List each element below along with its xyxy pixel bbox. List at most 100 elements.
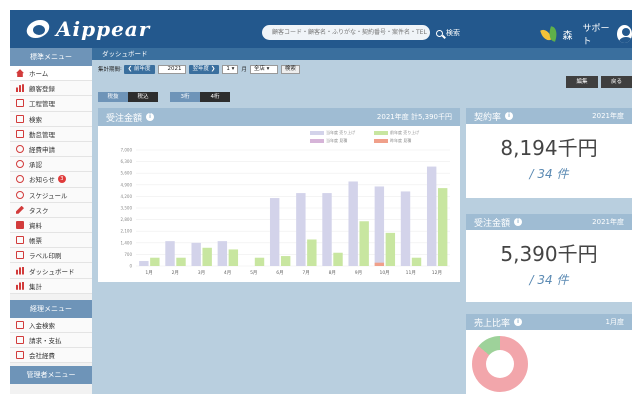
sidebar-item[interactable]: 検索: [10, 111, 92, 127]
sidebar-item[interactable]: 入金検索: [10, 317, 92, 333]
edit-button[interactable]: 編集: [566, 76, 598, 88]
bar-previous-year[interactable]: [333, 252, 343, 266]
bar-previous-year[interactable]: [176, 257, 186, 266]
info-icon[interactable]: i: [514, 318, 523, 326]
expense-icon: [16, 351, 24, 360]
sidebar-item[interactable]: 顧客登録: [10, 81, 92, 97]
contract-rate-period: 2021年度: [592, 112, 624, 120]
x-tick-label: 12月: [432, 270, 442, 276]
bar-current-year[interactable]: [426, 166, 437, 266]
report-icon: [16, 236, 24, 245]
y-tick-label: 700: [124, 252, 132, 257]
sidebar-item[interactable]: 経費申請: [10, 141, 92, 158]
sidebar-item[interactable]: 資料: [10, 217, 92, 234]
month-suffix: 月: [241, 67, 247, 73]
x-tick-label: 5月: [250, 270, 257, 276]
info-icon[interactable]: i: [505, 112, 514, 120]
toggle-tax-excluded[interactable]: 税抜: [98, 92, 128, 102]
bar-current-year[interactable]: [269, 198, 280, 266]
bar-last-year-estimate[interactable]: [374, 262, 385, 266]
sidebar-item[interactable]: 帳票: [10, 233, 92, 249]
toggle-4-digit[interactable]: 4桁: [200, 92, 230, 102]
sidebar-item[interactable]: 承認: [10, 157, 92, 173]
chart-title: 受注金額: [106, 113, 143, 124]
store-select[interactable]: 全店 ▾: [249, 64, 278, 74]
bar-previous-year[interactable]: [150, 257, 160, 266]
search-input[interactable]: [262, 25, 430, 40]
bar-current-year[interactable]: [191, 242, 201, 266]
bar-previous-year[interactable]: [437, 188, 448, 266]
sidebar-item[interactable]: ホーム: [10, 66, 92, 82]
sidebar-item-label: 検索: [29, 115, 42, 124]
search-button[interactable]: 検索: [436, 26, 460, 40]
filter-search-button[interactable]: 検索: [280, 64, 300, 74]
bar-previous-year[interactable]: [228, 249, 239, 266]
x-tick-label: 3月: [198, 270, 205, 276]
bar-current-year[interactable]: [165, 241, 175, 266]
sidebar-item-label: タスク: [29, 206, 49, 215]
bar-current-year[interactable]: [400, 191, 411, 266]
sidebar-item-label: 会社経費: [29, 352, 55, 361]
sidebar-item[interactable]: 工程管理: [10, 96, 92, 112]
sidebar-item-label: 工程管理: [29, 100, 55, 109]
toggle-3-digit[interactable]: 3桁: [170, 92, 200, 102]
info-icon[interactable]: i: [146, 113, 155, 121]
bar-previous-year[interactable]: [307, 239, 317, 266]
bar-previous-year[interactable]: [385, 232, 396, 266]
bar-current-year[interactable]: [296, 193, 306, 266]
bar-previous-year[interactable]: [254, 257, 265, 266]
sidebar-item-label: 資料: [29, 221, 42, 230]
next-year-button[interactable]: 翌年度 ❯: [188, 64, 220, 74]
toggle-tax-included[interactable]: 税込: [128, 92, 158, 102]
search-icon: [436, 29, 443, 37]
app-window: Aippear 検索 森 サポート 標準メニュー ホーム顧客登録工程管理検索勤怠…: [10, 10, 632, 394]
sidebar-item[interactable]: タスク: [10, 202, 92, 218]
chart-panel-header: 受注金額 i 2021年度 計5,390千円: [98, 108, 460, 126]
sidebar-item[interactable]: 集計: [10, 278, 92, 294]
sidebar-item-label: ダッシュボード: [29, 267, 75, 276]
leaf-icon: [540, 25, 559, 43]
sidebar-item[interactable]: お知らせ 3: [10, 172, 92, 188]
orders-chart-panel: 受注金額 i 2021年度 計5,390千円 当年度 売り上げ 前年度 売り上げ …: [98, 108, 460, 282]
bar-current-year[interactable]: [348, 181, 358, 266]
back-button[interactable]: 戻る: [601, 76, 632, 88]
logo-text: Aippear: [56, 17, 151, 41]
logo[interactable]: Aippear: [24, 16, 150, 42]
user-name[interactable]: 森: [563, 27, 573, 42]
building-icon: [16, 84, 24, 93]
bar-previous-year[interactable]: [202, 247, 212, 266]
task-icon: [16, 205, 24, 214]
prev-year-button[interactable]: ❮ 前年度: [123, 64, 155, 74]
support-link[interactable]: サポート: [583, 21, 613, 47]
sidebar-item-label: 顧客登録: [29, 85, 55, 94]
flag-icon: [16, 99, 24, 108]
sidebar-item-label: 請求・支払: [29, 337, 62, 346]
bar-previous-year[interactable]: [359, 221, 369, 266]
logo-mark-icon: [24, 18, 54, 40]
avatar-icon[interactable]: [616, 25, 632, 43]
sidebar-item[interactable]: 会社経費: [10, 348, 92, 364]
info-icon[interactable]: i: [514, 218, 523, 226]
bar-previous-year[interactable]: [411, 257, 422, 266]
user-area: 森 サポート: [540, 21, 632, 47]
y-tick-label: 7,000: [121, 148, 133, 153]
orders-card-title: 受注金額: [474, 218, 511, 229]
sidebar-item[interactable]: スケジュール: [10, 187, 92, 203]
sidebar-item-label: お知らせ: [29, 176, 55, 185]
bar-current-year[interactable]: [322, 193, 332, 266]
bar-previous-year[interactable]: [280, 256, 291, 266]
orders-bar-chart: 0 700 1,400 2,100 2,800 3,500 4,200 4,900 5,600 6…: [121, 148, 450, 276]
sidebar-item[interactable]: ラベル印刷: [10, 248, 92, 264]
sidebar-item[interactable]: ダッシュボード: [10, 263, 92, 279]
sidebar-item[interactable]: 勤怠管理: [10, 126, 92, 142]
sidebar-item[interactable]: 請求・支払: [10, 333, 92, 349]
approve-icon: [16, 160, 24, 169]
bar-current-year[interactable]: [139, 261, 149, 266]
month-select[interactable]: 1 ▾: [222, 64, 239, 74]
year-input[interactable]: 2021: [157, 64, 186, 74]
contract-rate-title: 契約率: [474, 112, 502, 123]
bar-current-year[interactable]: [217, 241, 228, 266]
sales-ratio-donut: [472, 336, 528, 392]
deposit-icon: [16, 320, 24, 329]
bar-current-year[interactable]: [374, 186, 385, 266]
